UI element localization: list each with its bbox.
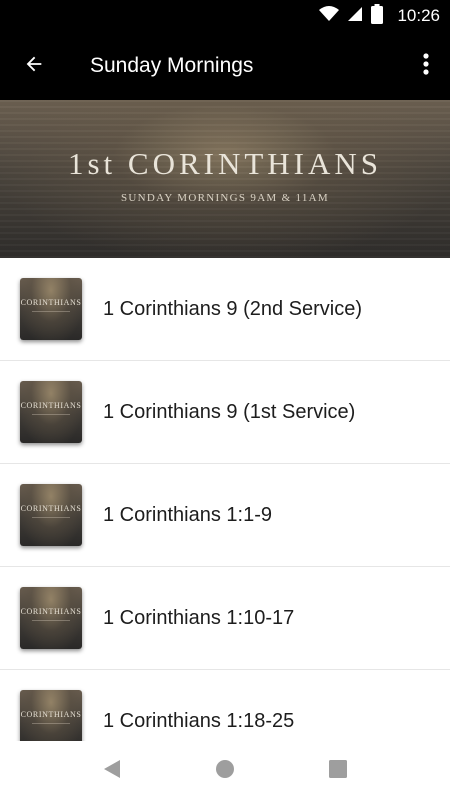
list-item[interactable]: CORINTHIANS 1 Corinthians 1:10-17 [0,567,450,670]
sermon-thumbnail: CORINTHIANS [20,278,82,340]
thumbnail-rule [32,311,70,312]
list-item-title: 1 Corinthians 1:10-17 [103,607,295,629]
thumbnail-rule [32,723,70,724]
nav-home-icon [215,759,235,784]
list-item-title: 1 Corinthians 9 (1st Service) [103,401,356,423]
list-item-title: 1 Corinthians 9 (2nd Service) [103,298,363,320]
list-item[interactable]: CORINTHIANS 1 Corinthians 9 (1st Service… [0,361,450,464]
thumbnail-rule [32,517,70,518]
sermon-thumbnail: CORINTHIANS [20,690,82,741]
banner-subtitle: SUNDAY MORNINGS 9AM & 11AM [121,192,329,204]
sermon-thumbnail: CORINTHIANS [20,381,82,443]
nav-home-button[interactable] [213,759,237,783]
thumbnail-text: CORINTHIANS [20,607,82,616]
list-item[interactable]: CORINTHIANS 1 Corinthians 9 (2nd Service… [0,258,450,361]
arrow-back-icon [23,53,45,80]
nav-back-button[interactable] [100,759,124,783]
app-bar: Sunday Mornings [0,32,450,100]
sermon-thumbnail: CORINTHIANS [20,484,82,546]
more-vert-icon [423,52,429,80]
nav-recents-button[interactable] [326,759,350,783]
sermon-list: CORINTHIANS 1 Corinthians 9 (2nd Service… [0,258,450,741]
system-nav-bar [0,741,450,800]
list-item-title: 1 Corinthians 1:1-9 [103,504,272,526]
thumbnail-text: CORINTHIANS [20,504,82,513]
status-bar: 10:26 [0,0,450,32]
series-banner: 1st CORINTHIANS SUNDAY MORNINGS 9AM & 11… [0,100,450,258]
nav-back-icon [102,759,122,784]
wifi-icon [319,5,340,27]
list-item[interactable]: CORINTHIANS 1 Corinthians 1:1-9 [0,464,450,567]
thumbnail-text: CORINTHIANS [20,401,82,410]
battery-icon [371,3,384,29]
thumbnail-rule [32,414,70,415]
signal-icon [347,6,363,27]
page-title: Sunday Mornings [90,54,254,77]
back-button[interactable] [14,46,54,86]
list-item[interactable]: CORINTHIANS 1 Corinthians 1:18-25 [0,670,450,741]
banner-title: 1st CORINTHIANS [67,146,383,181]
thumbnail-text: CORINTHIANS [20,298,82,307]
status-time: 10:26 [397,6,440,25]
thumbnail-rule [32,620,70,621]
list-item-title: 1 Corinthians 1:18-25 [103,710,295,732]
sermon-thumbnail: CORINTHIANS [20,587,82,649]
status-icons: 10:26 [319,0,440,32]
overflow-menu-button[interactable] [410,46,442,86]
nav-recents-icon [328,759,348,784]
thumbnail-text: CORINTHIANS [20,710,82,719]
